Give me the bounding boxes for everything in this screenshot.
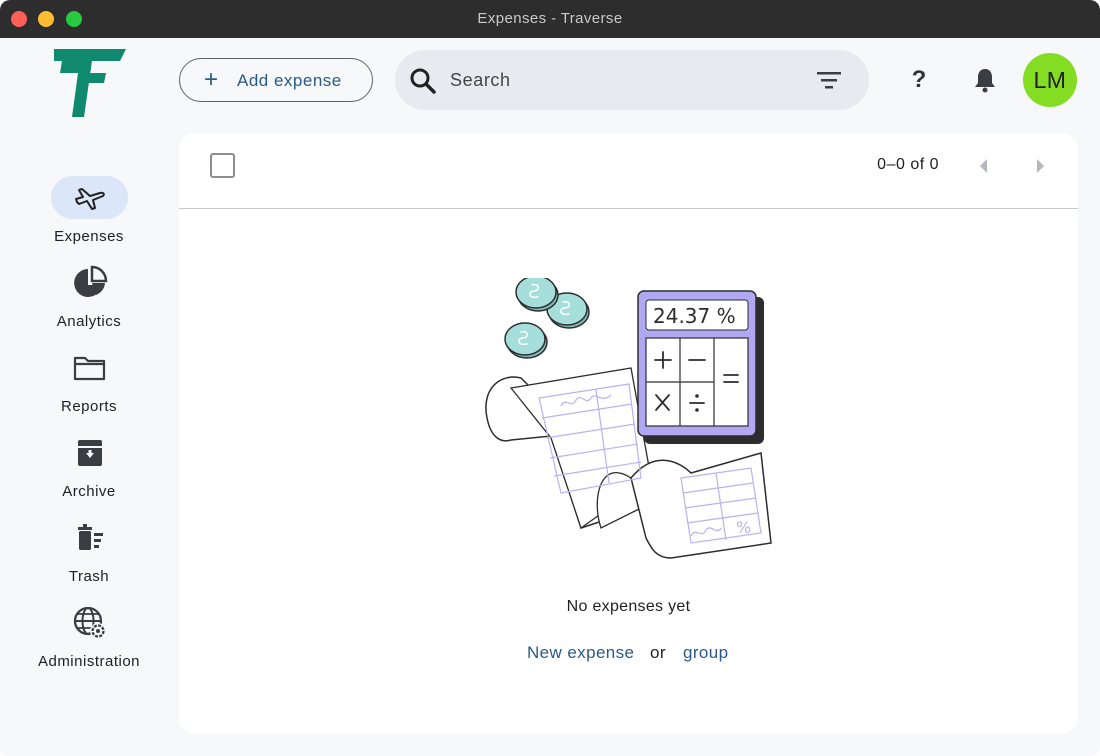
folder-icon xyxy=(73,356,105,380)
globe-gear-icon xyxy=(73,606,106,639)
airplane-icon xyxy=(74,187,105,210)
sidebar-item-analytics[interactable]: Analytics xyxy=(0,245,178,330)
expenses-list-panel: 0–0 of 0 % 24.37 % No expenses yet New e… xyxy=(179,133,1078,734)
pagination-count: 0–0 of 0 xyxy=(877,156,939,173)
svg-text:%: % xyxy=(736,518,751,537)
nav-icon-container xyxy=(51,431,128,474)
calculator-display: 24.37 % xyxy=(653,304,736,328)
empty-state-illustration: % 24.37 % xyxy=(485,278,772,559)
sidebar-item-label: Archive xyxy=(62,483,116,500)
nav-icon-container xyxy=(51,261,128,304)
sidebar-item-label: Trash xyxy=(68,568,110,585)
app-window: Expenses - Traverse Expenses Analytics R… xyxy=(0,0,1100,756)
empty-state-title: No expenses yet xyxy=(566,598,691,615)
sidebar-item-administration[interactable]: Administration xyxy=(0,585,178,670)
help-button[interactable]: ? xyxy=(905,64,933,96)
plus-icon: + xyxy=(204,66,219,93)
nav-icon-container xyxy=(51,346,128,389)
sidebar-item-archive[interactable]: Archive xyxy=(0,415,178,500)
new-expense-link[interactable]: New expense xyxy=(527,643,634,663)
pie-chart-icon xyxy=(73,265,107,297)
next-page-icon[interactable] xyxy=(1032,157,1048,175)
list-toolbar: 0–0 of 0 xyxy=(179,133,1078,209)
new-group-link[interactable]: group xyxy=(683,643,728,663)
add-expense-button[interactable]: + Add expense xyxy=(179,58,373,102)
empty-state-actions: New expense or group xyxy=(179,643,1078,665)
user-avatar[interactable]: LM xyxy=(1023,53,1077,107)
sidebar-item-trash[interactable]: Trash xyxy=(0,500,178,585)
window-title: Expenses - Traverse xyxy=(477,10,623,27)
add-expense-label: Add expense xyxy=(237,71,342,90)
previous-page-icon[interactable] xyxy=(976,157,992,175)
nav-icon-container xyxy=(51,176,128,219)
search-icon[interactable] xyxy=(409,67,437,95)
sidebar-item-label: Analytics xyxy=(56,313,122,330)
notifications-bell-icon[interactable] xyxy=(971,66,999,94)
sidebar-item-reports[interactable]: Reports xyxy=(0,330,178,415)
sidebar-item-label: Administration xyxy=(37,653,141,670)
traverse-logo[interactable] xyxy=(54,49,126,117)
sidebar-item-label: Expenses xyxy=(54,228,124,245)
filter-icon[interactable] xyxy=(816,68,842,92)
nav-icon-container xyxy=(51,601,128,644)
archive-box-icon xyxy=(77,439,102,466)
or-text: or xyxy=(650,643,666,662)
search-bar xyxy=(395,50,869,110)
trash-icon xyxy=(77,523,103,550)
title-bar: Expenses - Traverse xyxy=(0,0,1100,38)
nav-icon-container xyxy=(51,516,128,559)
select-all-checkbox[interactable] xyxy=(210,153,235,178)
sidebar-item-expenses[interactable]: Expenses xyxy=(0,160,178,245)
sidebar-item-label: Reports xyxy=(60,398,118,415)
search-input[interactable] xyxy=(450,64,790,96)
